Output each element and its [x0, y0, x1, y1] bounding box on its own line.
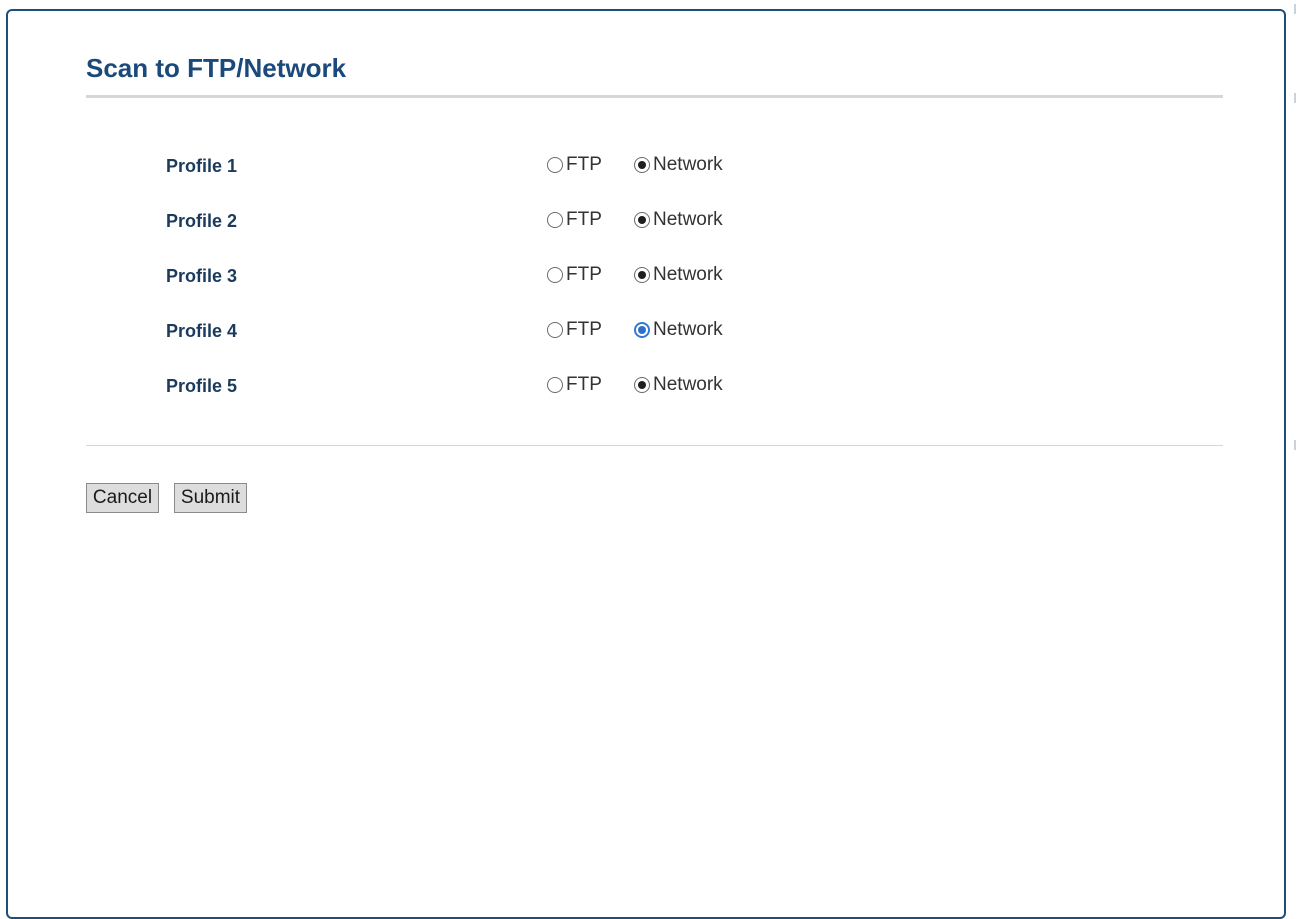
- profile-row-2: Profile 2 FTP Network: [0, 206, 1000, 236]
- profile-4-network-option[interactable]: Network: [634, 318, 723, 342]
- profile-label: Profile 3: [166, 266, 238, 286]
- network-radio-icon[interactable]: [634, 322, 650, 338]
- ftp-radio-icon[interactable]: [547, 267, 563, 283]
- ftp-option-label: FTP: [566, 209, 602, 230]
- ftp-option-label: FTP: [566, 319, 602, 340]
- network-radio-icon[interactable]: [634, 267, 650, 283]
- window-edge: [1292, 0, 1298, 906]
- form-divider: [86, 445, 1223, 446]
- network-option-label: Network: [653, 154, 723, 175]
- profile-5-network-option[interactable]: Network: [634, 373, 723, 397]
- network-radio-icon[interactable]: [634, 377, 650, 393]
- ftp-radio-icon[interactable]: [547, 322, 563, 338]
- network-radio-icon[interactable]: [634, 212, 650, 228]
- profile-3-ftp-option[interactable]: FTP: [547, 263, 602, 287]
- window-edge-mark: [1294, 440, 1296, 450]
- network-option-label: Network: [653, 264, 723, 285]
- content-panel: [6, 9, 1286, 919]
- profile-2-network-option[interactable]: Network: [634, 208, 723, 232]
- profile-label: Profile 5: [166, 376, 238, 396]
- cancel-button[interactable]: Cancel: [86, 483, 159, 513]
- ftp-radio-icon[interactable]: [547, 157, 563, 173]
- profile-1-ftp-option[interactable]: FTP: [547, 153, 602, 177]
- profile-label: Profile 4: [166, 321, 238, 341]
- profile-1-network-option[interactable]: Network: [634, 153, 723, 177]
- profile-5-ftp-option[interactable]: FTP: [547, 373, 602, 397]
- submit-button[interactable]: Submit: [174, 483, 247, 513]
- network-option-label: Network: [653, 374, 723, 395]
- profile-2-ftp-option[interactable]: FTP: [547, 208, 602, 232]
- ftp-option-label: FTP: [566, 374, 602, 395]
- network-option-label: Network: [653, 209, 723, 230]
- network-option-label: Network: [653, 319, 723, 340]
- window-edge-mark: [1294, 4, 1296, 14]
- profile-label: Profile 1: [166, 156, 238, 176]
- profile-row-1: Profile 1 FTP Network: [0, 151, 1000, 181]
- profile-3-network-option[interactable]: Network: [634, 263, 723, 287]
- window-edge-mark: [1294, 93, 1296, 103]
- page-title: Scan to FTP/Network: [86, 53, 347, 83]
- ftp-option-label: FTP: [566, 264, 602, 285]
- profile-label: Profile 2: [166, 211, 238, 231]
- ftp-radio-icon[interactable]: [547, 377, 563, 393]
- ftp-radio-icon[interactable]: [547, 212, 563, 228]
- profile-row-3: Profile 3 FTP Network: [0, 261, 1000, 291]
- profile-row-4: Profile 4 FTP Network: [0, 316, 1000, 346]
- network-radio-icon[interactable]: [634, 157, 650, 173]
- title-divider: [86, 95, 1223, 98]
- profile-4-ftp-option[interactable]: FTP: [547, 318, 602, 342]
- ftp-option-label: FTP: [566, 154, 602, 175]
- profile-row-5: Profile 5 FTP Network: [0, 371, 1000, 401]
